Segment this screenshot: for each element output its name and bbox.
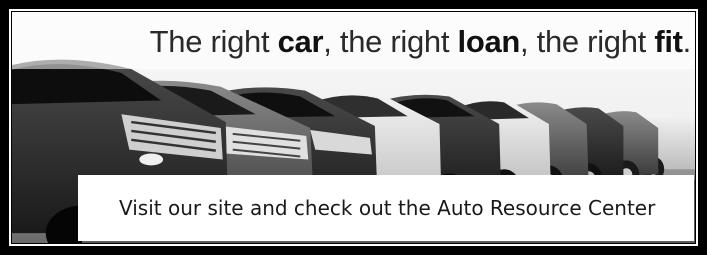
headline-period: . bbox=[682, 24, 692, 59]
cta-box[interactable]: Visit our site and check out the Auto Re… bbox=[78, 175, 694, 241]
banner-inner-frame: The right car, the right loan, the right… bbox=[11, 11, 696, 244]
headline-text-1: The right bbox=[149, 24, 278, 59]
ad-banner[interactable]: The right car, the right loan, the right… bbox=[0, 0, 707, 255]
headline-keyword-fit: fit bbox=[654, 24, 683, 59]
headline-text-2: , the right bbox=[323, 24, 458, 59]
auto-resource-center-link[interactable]: Visit our site and check out the Auto Re… bbox=[119, 196, 655, 220]
headline-text-3: , the right bbox=[520, 24, 655, 59]
headline: The right car, the right loan, the right… bbox=[149, 24, 692, 59]
headline-keyword-car: car bbox=[277, 24, 324, 59]
headline-keyword-loan: loan bbox=[457, 24, 521, 59]
